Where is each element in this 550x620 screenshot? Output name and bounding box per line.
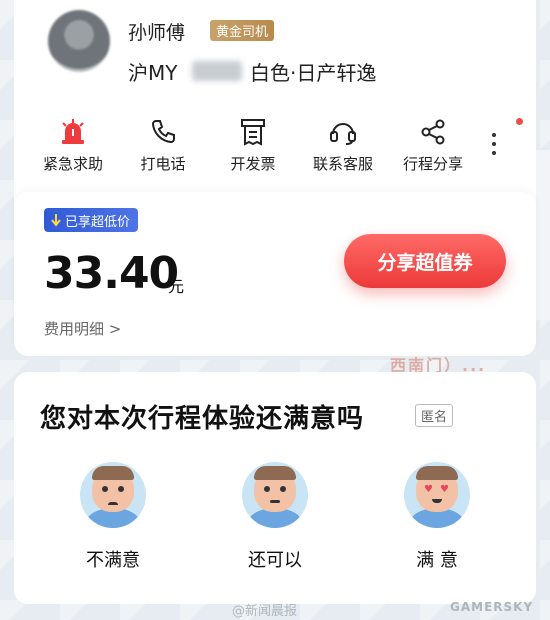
more-dot-icon	[492, 142, 496, 146]
weibo-watermark: @新闻晨报	[232, 604, 298, 619]
map-edge	[534, 150, 550, 320]
more-dot-icon	[492, 151, 496, 155]
emergency-button[interactable]: 紧急求助	[28, 115, 118, 174]
satisfied-label[interactable]: 满 意	[387, 546, 487, 572]
plate-redacted	[192, 61, 242, 81]
arrow-down-icon	[51, 214, 61, 227]
neutral-label[interactable]: 还可以	[225, 546, 325, 572]
driver-avatar[interactable]	[48, 10, 110, 72]
driver-name: 孙师傅	[128, 22, 186, 44]
discount-tag: 已享超低价	[44, 208, 139, 232]
trip-share-label: 行程分享	[402, 155, 463, 173]
customer-service-label: 联系客服	[312, 155, 373, 173]
phone-icon	[118, 115, 208, 149]
car-info: 白色·日产轩逸	[250, 61, 377, 85]
unsatisfied-label[interactable]: 不满意	[63, 546, 163, 572]
call-button[interactable]: 打电话	[118, 115, 208, 174]
unsatisfied-face-icon[interactable]	[80, 462, 146, 528]
driver-badge: 黄金司机	[210, 20, 275, 41]
trip-share-button[interactable]: 行程分享	[388, 115, 478, 174]
invoice-icon	[208, 115, 298, 149]
alarm-icon	[28, 115, 118, 149]
more-menu-button[interactable]	[484, 128, 504, 162]
neutral-face-icon[interactable]	[242, 462, 308, 528]
price-unit: 元	[168, 277, 185, 296]
invoice-label: 开发票	[230, 155, 276, 173]
plate-prefix: 沪MY	[128, 61, 178, 85]
more-dot-icon	[492, 133, 496, 137]
discount-text: 已享超低价	[65, 214, 131, 230]
headset-icon	[298, 115, 388, 149]
site-watermark: GAMERSKY	[450, 600, 534, 614]
satisfied-face-icon[interactable]: ♥ ♥	[404, 462, 470, 528]
emergency-label: 紧急求助	[42, 155, 103, 173]
customer-service-button[interactable]: 联系客服	[298, 115, 388, 174]
price-amount: 33.40	[44, 248, 179, 299]
invoice-button[interactable]: 开发票	[208, 115, 298, 174]
share-icon	[388, 115, 478, 149]
notification-dot	[516, 118, 523, 125]
anonymous-tag: 匿名	[415, 404, 454, 427]
fee-detail-link[interactable]: 费用明细 >	[44, 318, 121, 339]
call-label: 打电话	[140, 155, 186, 173]
share-coupon-button[interactable]: 分享超值券	[344, 234, 506, 288]
rating-question: 您对本次行程体验还满意吗	[40, 404, 365, 434]
